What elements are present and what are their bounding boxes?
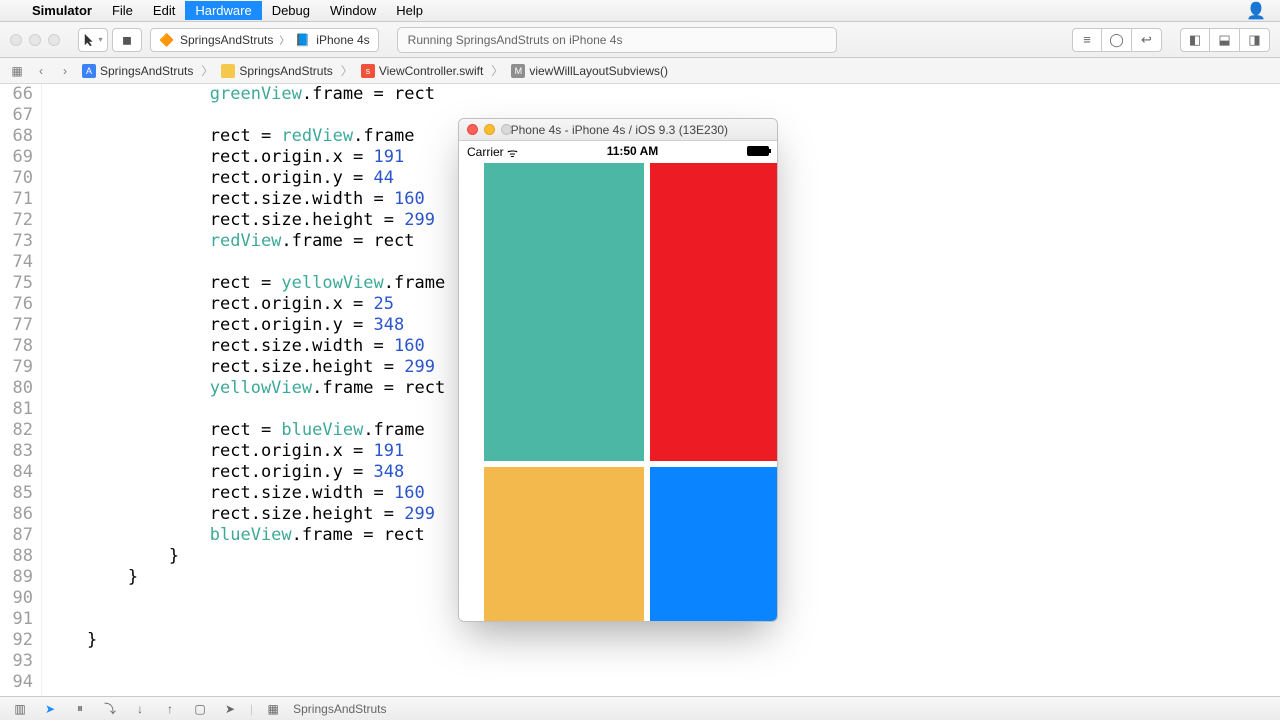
project-icon: A — [82, 64, 96, 78]
ios-status-bar: Carrier ᯤ 11:50 AM — [459, 141, 777, 161]
jump-bar: ▦ ‹ › A SpringsAndStruts 〉 SpringsAndStr… — [0, 58, 1280, 84]
close-icon[interactable] — [10, 34, 22, 46]
breakpoints-icon[interactable]: ➤ — [40, 702, 60, 716]
minimize-icon[interactable] — [29, 34, 41, 46]
toggle-debug-button[interactable]: ⬓ — [1210, 28, 1240, 52]
crumb-label: SpringsAndStruts — [239, 64, 332, 78]
menu-window[interactable]: Window — [320, 1, 386, 20]
step-into-icon[interactable]: ↓ — [130, 702, 150, 716]
crumb-project[interactable]: A SpringsAndStruts — [78, 64, 197, 78]
debug-target-label: SpringsAndStruts — [293, 702, 386, 716]
step-over-icon[interactable]: ⤵ — [100, 700, 120, 717]
carrier-label: Carrier ᯤ — [467, 143, 518, 160]
simulator-title: iPhone 4s - iPhone 4s / iOS 9.3 (13E230) — [508, 123, 728, 137]
hide-debug-icon[interactable]: ▥ — [10, 702, 30, 716]
method-icon: M — [511, 64, 525, 78]
device-icon: 📘 — [295, 33, 310, 47]
line-number-gutter: 6667686970717273747576777879808182838485… — [0, 84, 42, 696]
crumb-file[interactable]: s ViewController.swift — [357, 64, 487, 78]
blue-view — [650, 467, 778, 622]
red-view — [650, 163, 778, 461]
assistant-editor-button[interactable]: ◯ — [1102, 28, 1132, 52]
scheme-app-label: SpringsAndStruts — [180, 33, 273, 47]
user-menu-icon[interactable]: 👤 — [1246, 1, 1272, 21]
yellow-view — [484, 467, 644, 622]
folder-icon — [221, 64, 235, 78]
green-view — [484, 163, 644, 461]
simulator-screen[interactable] — [459, 161, 777, 621]
scheme-dest-label: iPhone 4s — [316, 33, 369, 47]
crumb-folder[interactable]: SpringsAndStruts — [217, 64, 336, 78]
simulator-titlebar[interactable]: iPhone 4s - iPhone 4s / iOS 9.3 (13E230) — [459, 119, 777, 141]
mac-menubar: Simulator File Edit Hardware Debug Windo… — [0, 0, 1280, 22]
related-items-button[interactable]: ▦ — [6, 61, 28, 81]
process-icon: ▦ — [263, 702, 283, 716]
window-traffic-lights[interactable] — [10, 34, 60, 46]
simulator-window[interactable]: iPhone 4s - iPhone 4s / iOS 9.3 (13E230)… — [458, 118, 778, 622]
battery-icon — [747, 146, 769, 156]
clock-label: 11:50 AM — [607, 144, 659, 158]
run-button[interactable]: ▾ — [78, 28, 108, 52]
location-icon[interactable]: ➤ — [220, 702, 240, 716]
menu-hardware[interactable]: Hardware — [185, 1, 261, 20]
standard-editor-button[interactable]: ≡ — [1072, 28, 1102, 52]
version-editor-button[interactable]: ↩ — [1132, 28, 1162, 52]
chevron-right-icon: 〉 — [279, 32, 289, 47]
menu-help[interactable]: Help — [386, 1, 433, 20]
back-button[interactable]: ‹ — [30, 61, 52, 81]
zoom-icon[interactable] — [501, 124, 512, 135]
cursor-icon — [83, 33, 97, 47]
zoom-icon[interactable] — [48, 34, 60, 46]
swift-file-icon: s — [361, 64, 375, 78]
forward-button[interactable]: › — [54, 61, 76, 81]
crumb-label: ViewController.swift — [379, 64, 483, 78]
step-out-icon[interactable]: ↑ — [160, 702, 180, 716]
debug-bar: ▥ ➤ ⏸ ⤵ ↓ ↑ ▢ ➤ | ▦ SpringsAndStruts — [0, 696, 1280, 720]
app-icon: 🔶 — [159, 33, 174, 47]
xcode-toolbar: ▾ ◼ 🔶 SpringsAndStruts 〉 📘 iPhone 4s Run… — [0, 22, 1280, 58]
close-icon[interactable] — [467, 124, 478, 135]
minimize-icon[interactable] — [484, 124, 495, 135]
wifi-icon: ᯤ — [507, 144, 518, 161]
view-debug-icon[interactable]: ▢ — [190, 702, 210, 716]
crumb-label: viewWillLayoutSubviews() — [529, 64, 668, 78]
crumb-label: SpringsAndStruts — [100, 64, 193, 78]
scheme-selector[interactable]: 🔶 SpringsAndStruts 〉 📘 iPhone 4s — [150, 28, 379, 52]
stop-button[interactable]: ◼ — [112, 28, 142, 52]
menu-edit[interactable]: Edit — [143, 1, 185, 20]
toggle-utilities-button[interactable]: ◨ — [1240, 28, 1270, 52]
pause-icon[interactable]: ⏸ — [70, 701, 90, 716]
crumb-method[interactable]: M viewWillLayoutSubviews() — [507, 64, 672, 78]
toggle-navigator-button[interactable]: ◧ — [1180, 28, 1210, 52]
menu-app[interactable]: Simulator — [22, 1, 102, 20]
activity-status: Running SpringsAndStruts on iPhone 4s — [397, 27, 837, 53]
menu-file[interactable]: File — [102, 1, 143, 20]
menu-debug[interactable]: Debug — [262, 1, 320, 20]
